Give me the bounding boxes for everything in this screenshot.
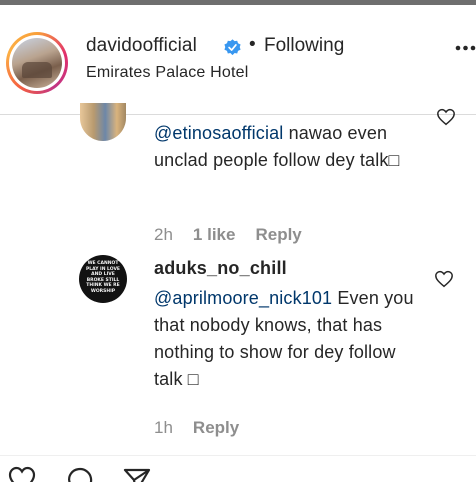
comment-body: @aprilmoore_nick101 Even you that nobody…	[154, 285, 424, 393]
heart-icon[interactable]	[8, 466, 36, 482]
comment-timestamp: 2h	[154, 225, 173, 244]
more-options-icon[interactable]	[455, 45, 476, 51]
comment-mention-link[interactable]: @aprilmoore_nick101	[154, 288, 332, 308]
comment-reply-button[interactable]: Reply	[255, 225, 301, 244]
post-action-bar	[0, 456, 476, 482]
comment-meta: 1h Reply	[154, 418, 259, 438]
avatar	[12, 38, 62, 88]
post-username[interactable]: davidoofficial	[86, 35, 197, 57]
verified-badge-icon	[224, 39, 241, 56]
share-icon[interactable]	[123, 466, 151, 482]
comment-like-heart-icon[interactable]	[434, 270, 454, 288]
header-divider	[0, 114, 476, 115]
story-avatar[interactable]	[6, 32, 68, 94]
comment-reply-button[interactable]: Reply	[193, 418, 239, 437]
comment-meta: 2h 1 like Reply	[154, 225, 322, 245]
post-header: davidoofficial • Following Emirates Pala…	[0, 5, 476, 114]
comment-like-heart-icon[interactable]	[436, 108, 456, 126]
comment-likes-count[interactable]: 1 like	[193, 225, 236, 244]
separator-dot: •	[249, 34, 256, 55]
comment-mention-link[interactable]: @etinosaofficial	[154, 123, 283, 143]
location-link[interactable]: Emirates Palace Hotel	[86, 64, 249, 82]
commenter-avatar[interactable]: WE CANNOT PLAY IN LOVE AND LIVE BROKE ST…	[79, 255, 127, 303]
comment-timestamp: 1h	[154, 418, 173, 437]
avatar-caption: WE CANNOT PLAY IN LOVE AND LIVE BROKE ST…	[85, 261, 121, 294]
comment-username[interactable]: aduks_no_chill	[154, 258, 287, 279]
following-button[interactable]: Following	[264, 35, 344, 57]
comment-icon[interactable]	[66, 466, 94, 482]
comment-body: @etinosaofficial nawao even unclad peopl…	[154, 120, 424, 174]
commenter-avatar[interactable]	[80, 103, 126, 141]
